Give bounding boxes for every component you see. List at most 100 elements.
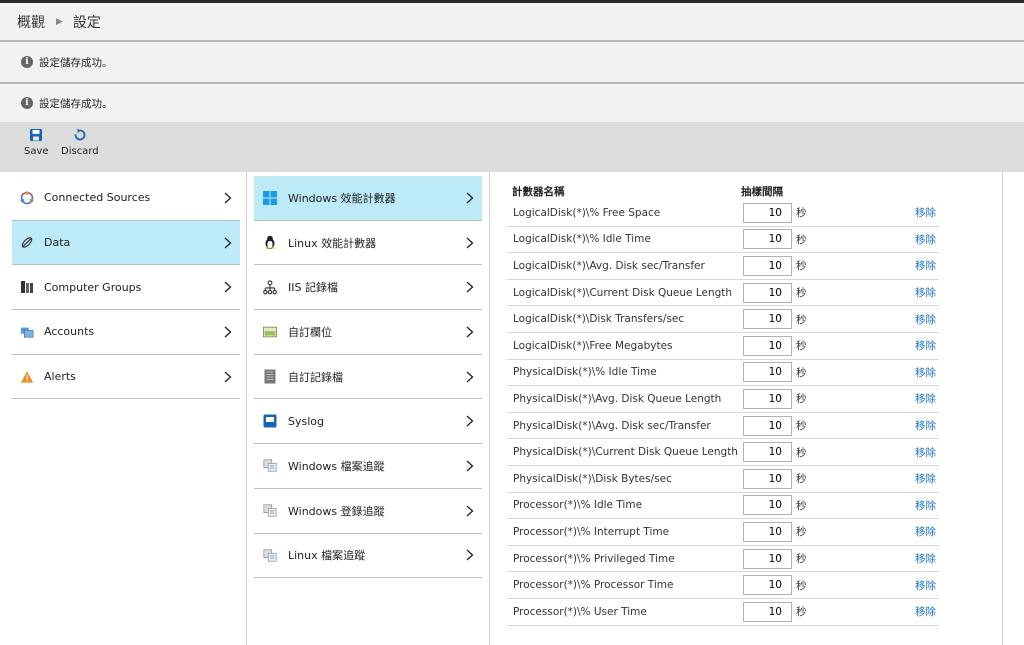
sidebar-item-label: Alerts xyxy=(44,370,76,384)
nav-item-windows-perf-counters[interactable]: Windows 效能計數器 xyxy=(254,176,482,221)
nav-item-label: 自訂欄位 xyxy=(288,325,332,339)
sample-interval-input[interactable] xyxy=(743,601,792,622)
column-header-counter-name: 計數器名稱 xyxy=(512,185,565,198)
nav-item-label: Windows 檔案追蹤 xyxy=(288,459,385,473)
table-row: PhysicalDisk(*)\Avg. Disk Queue Length 秒 移… xyxy=(507,386,939,413)
nav-item-windows-registry-tracking[interactable]: Windows 登錄追蹤 xyxy=(254,489,482,534)
table-body: LogicalDisk(*)\% Free Space秒移除LogicalDis… xyxy=(507,200,939,626)
remove-link[interactable]: 移除 xyxy=(915,551,936,566)
breadcrumb-overview[interactable]: 概觀 xyxy=(17,12,45,32)
counter-name: PhysicalDisk(*)\Current Disk Queue Lengt… xyxy=(513,446,738,459)
info-icon: i xyxy=(21,56,33,68)
remove-link[interactable]: 移除 xyxy=(915,418,936,433)
remove-link[interactable]: 移除 xyxy=(915,232,936,247)
sidebar-item-computer-groups[interactable]: Computer Groups xyxy=(12,265,240,311)
nav-item-label: Linux 效能計數器 xyxy=(288,236,377,250)
discard-button[interactable]: Discard xyxy=(61,128,99,157)
counter-name: Processor(*)\% Privileged Time xyxy=(513,552,675,565)
sidebar-item-label: Computer Groups xyxy=(44,280,142,294)
counter-name: Processor(*)\% Interrupt Time xyxy=(513,525,670,538)
nav-item-label: IIS 記錄檔 xyxy=(288,281,338,295)
remove-link[interactable]: 移除 xyxy=(915,285,936,300)
table-row: Processor(*)\% Processor Time 秒 移除 xyxy=(507,572,939,599)
counter-name: Processor(*)\% User Time xyxy=(513,605,647,618)
sample-interval-input[interactable] xyxy=(743,202,792,223)
chevron-right-icon xyxy=(466,505,474,517)
nav-item-linux-file-tracking[interactable]: Linux 檔案追蹤 xyxy=(254,534,482,579)
sidebar-item-label: Connected Sources xyxy=(44,191,151,205)
chevron-right-icon xyxy=(466,415,474,427)
sample-interval-input[interactable] xyxy=(743,548,792,569)
notification-bar: i 設定儲存成功。 xyxy=(0,84,1024,122)
table-row: PhysicalDisk(*)\Current Disk Queue Lengt… xyxy=(507,439,939,466)
table-row: Processor(*)\% User Time 秒 移除 xyxy=(507,599,939,626)
nav-item-windows-file-tracking[interactable]: Windows 檔案追蹤 xyxy=(254,444,482,489)
sidebar-item-label: Data xyxy=(44,236,71,250)
iis-icon xyxy=(263,280,277,295)
counter-name: PhysicalDisk(*)\Disk Bytes/sec xyxy=(513,472,672,485)
counter-name: Processor(*)\% Idle Time xyxy=(513,499,643,512)
nav-item-syslog[interactable]: Syslog xyxy=(254,399,482,445)
remove-link[interactable]: 移除 xyxy=(915,578,936,593)
sample-interval-input[interactable] xyxy=(743,335,792,356)
counter-name: PhysicalDisk(*)\Avg. Disk Queue Length xyxy=(513,392,722,405)
table-row: LogicalDisk(*)\% Idle Time 秒 移除 xyxy=(507,227,939,254)
sample-interval-input[interactable] xyxy=(743,229,792,250)
column-divider xyxy=(246,172,247,645)
unit-label: 秒 xyxy=(796,606,807,619)
sample-interval-input[interactable] xyxy=(743,468,792,489)
sidebar-item-data[interactable]: Data xyxy=(12,220,240,266)
sidebar-item-connected-sources[interactable]: Connected Sources xyxy=(12,176,240,221)
sample-interval-input[interactable] xyxy=(743,415,792,436)
unit-label: 秒 xyxy=(796,473,807,486)
unit-label: 秒 xyxy=(796,366,807,379)
remove-link[interactable]: 移除 xyxy=(915,391,936,406)
unit-label: 秒 xyxy=(796,207,807,220)
unit-label: 秒 xyxy=(796,233,807,246)
save-button[interactable]: Save xyxy=(24,128,49,157)
remove-link[interactable]: 移除 xyxy=(915,445,936,460)
nav-item-iis-logs[interactable]: IIS 記錄檔 xyxy=(254,265,482,311)
remove-link[interactable]: 移除 xyxy=(915,312,936,327)
counter-name: LogicalDisk(*)\% Idle Time xyxy=(513,233,651,246)
remove-link[interactable]: 移除 xyxy=(915,365,936,380)
syslog-icon xyxy=(263,414,277,428)
computer-groups-icon xyxy=(20,280,34,294)
remove-link[interactable]: 移除 xyxy=(915,498,936,513)
sample-interval-input[interactable] xyxy=(743,442,792,463)
nav-item-linux-perf-counters[interactable]: Linux 效能計數器 xyxy=(254,221,482,266)
chevron-right-icon xyxy=(466,371,474,383)
unit-label: 秒 xyxy=(796,579,807,592)
notification-text: 設定儲存成功。 xyxy=(39,97,113,110)
unit-label: 秒 xyxy=(796,446,807,459)
sample-interval-input[interactable] xyxy=(743,495,792,516)
sample-interval-input[interactable] xyxy=(743,362,792,383)
remove-link[interactable]: 移除 xyxy=(915,524,936,539)
sidebar-item-alerts[interactable]: Alerts xyxy=(12,355,240,400)
table-row: PhysicalDisk(*)\% Idle Time 秒 移除 xyxy=(507,360,939,387)
column-divider xyxy=(1002,172,1003,645)
remove-link[interactable]: 移除 xyxy=(915,338,936,353)
sidebar-item-label: Accounts xyxy=(44,325,95,339)
remove-link[interactable]: 移除 xyxy=(915,604,936,619)
nav-item-custom-fields[interactable]: 自訂欄位 xyxy=(254,310,482,355)
sample-interval-input[interactable] xyxy=(743,255,792,276)
sample-interval-input[interactable] xyxy=(743,309,792,330)
sample-interval-input[interactable] xyxy=(743,282,792,303)
sample-interval-input[interactable] xyxy=(743,521,792,542)
remove-link[interactable]: 移除 xyxy=(915,205,936,220)
nav-item-custom-logs[interactable]: 自訂記錄檔 xyxy=(254,355,482,400)
sample-interval-input[interactable] xyxy=(743,575,792,596)
table-row: PhysicalDisk(*)\Disk Bytes/sec 秒 移除 xyxy=(507,466,939,493)
nav-item-label: Windows 登錄追蹤 xyxy=(288,504,385,518)
breadcrumb-settings[interactable]: 設定 xyxy=(73,12,101,32)
remove-link[interactable]: 移除 xyxy=(915,258,936,273)
sidebar-item-accounts[interactable]: Accounts xyxy=(12,310,240,355)
sample-interval-input[interactable] xyxy=(743,388,792,409)
chevron-right-icon xyxy=(466,549,474,561)
toolbar: Save Discard xyxy=(0,122,1024,172)
counter-name: LogicalDisk(*)\Avg. Disk sec/Transfer xyxy=(513,259,705,272)
remove-link[interactable]: 移除 xyxy=(915,471,936,486)
table-row: Processor(*)\% Idle Time 秒 移除 xyxy=(507,493,939,520)
linux-file-tracking-icon xyxy=(263,548,277,562)
